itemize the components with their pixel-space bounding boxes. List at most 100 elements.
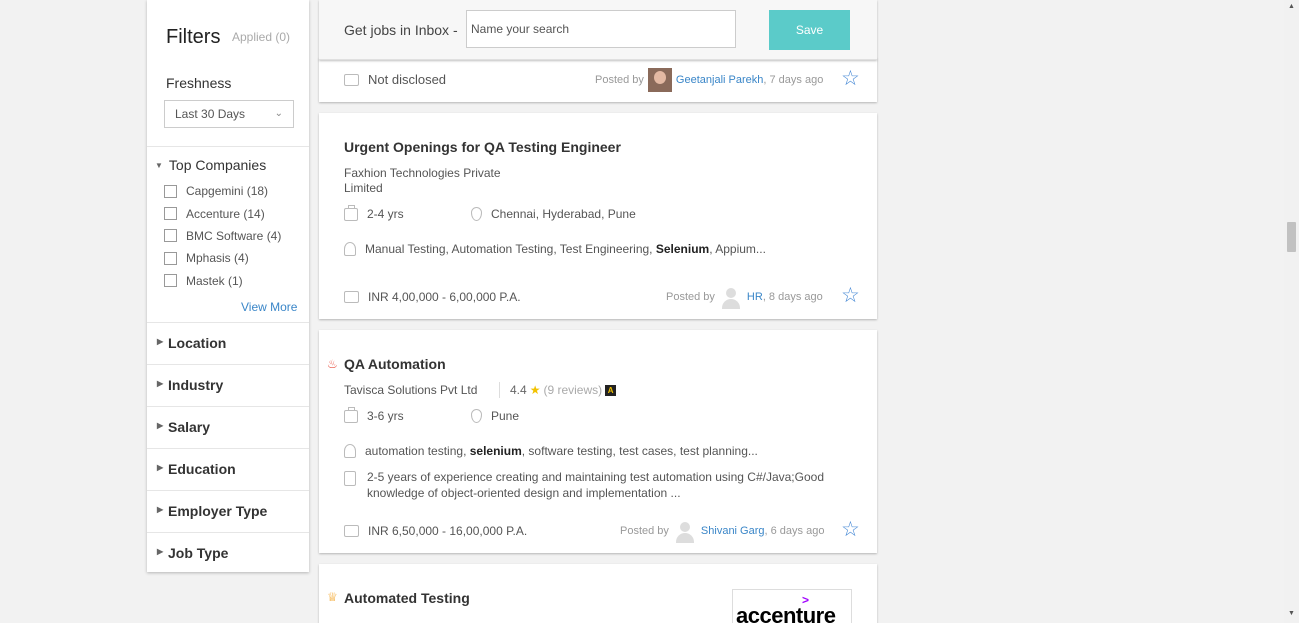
company-filter-label: Mphasis (4): [186, 251, 249, 266]
freshness-select[interactable]: Last 30 Days ⌄: [164, 100, 294, 128]
location: Pune: [491, 409, 520, 423]
experience: 3-6 yrs: [367, 409, 404, 423]
experience-location-row: 2-4 yrs Chennai, Hyderabad, Pune: [344, 204, 636, 221]
posted-by: Posted by Geetanjali Parekh , 7 days ago: [595, 68, 823, 92]
company-filter-capgemini[interactable]: Capgemini (18): [164, 180, 281, 202]
caret-right-icon: ▶: [157, 379, 164, 388]
wallet-icon: [344, 291, 359, 303]
top-companies-label: Top Companies: [168, 157, 267, 173]
checkbox[interactable]: [164, 207, 177, 221]
caret-right-icon: ▶: [157, 463, 164, 472]
posted-by-label: Posted by: [595, 74, 644, 86]
rating-star-icon: ★: [529, 383, 541, 397]
facet-location[interactable]: ▶ Location: [147, 322, 309, 364]
search-name-input[interactable]: [466, 10, 736, 48]
experience-location-row: 3-6 yrs Pune: [344, 406, 520, 423]
company-name-link[interactable]: Tavisca Solutions Pvt Ltd: [344, 383, 477, 398]
company-logo[interactable]: > accenture: [732, 589, 852, 623]
skills-highlight: selenium: [469, 444, 522, 458]
caret-down-icon: ▼: [155, 161, 163, 170]
top-companies-list: Capgemini (18) Accenture (14) BMC Softwa…: [164, 180, 281, 292]
chevron-down-icon: ⌄: [274, 108, 283, 119]
avatar: [647, 68, 672, 92]
caret-right-icon: ▶: [157, 505, 164, 514]
facet-label: Industry: [168, 377, 224, 393]
inbox-alert-bar: Get jobs in Inbox - Save: [319, 0, 877, 60]
briefcase-icon: [344, 204, 358, 221]
company-filter-accenture[interactable]: Accenture (14): [164, 202, 281, 224]
facet-industry[interactable]: ▶ Industry: [147, 364, 309, 406]
location-pin-icon: [471, 207, 482, 221]
poster-name-link[interactable]: Shivani Garg: [701, 525, 765, 537]
facet-label: Salary: [168, 419, 211, 435]
save-button[interactable]: Save: [769, 10, 850, 50]
caret-right-icon: ▶: [157, 547, 164, 556]
job-title-link[interactable]: Urgent Openings for QA Testing Engineer: [344, 139, 621, 155]
experience: 2-4 yrs: [367, 207, 404, 221]
skills-text: Manual Testing, Automation Testing, Test…: [365, 242, 656, 256]
description-icon: [344, 471, 356, 486]
facet-label: Job Type: [168, 545, 229, 561]
filters-sidebar: Filters Applied (0) Freshness Last 30 Da…: [147, 0, 309, 572]
salary-row: Not disclosed: [344, 72, 446, 87]
rating-value: 4.4: [510, 383, 527, 397]
posted-by: Posted by HR , 8 days ago: [666, 285, 823, 309]
inbox-label: Get jobs in Inbox -: [344, 22, 458, 38]
freshness-label: Freshness: [166, 75, 232, 91]
view-more-link[interactable]: View More: [241, 300, 297, 314]
star-icon[interactable]: ☆: [841, 517, 860, 542]
caret-right-icon: ▶: [157, 337, 164, 346]
company-filter-mastek[interactable]: Mastek (1): [164, 270, 281, 292]
skills-text: automation testing,: [365, 444, 470, 458]
facet-employer-type[interactable]: ▶ Employer Type: [147, 490, 309, 532]
divider: [499, 382, 500, 398]
star-icon[interactable]: ☆: [841, 283, 860, 308]
facet-job-type[interactable]: ▶ Job Type: [147, 532, 309, 574]
caret-right-icon: ▶: [157, 421, 164, 430]
poster-name-link[interactable]: Geetanjali Parekh: [676, 74, 763, 86]
scroll-up-arrow-icon[interactable]: ▲: [1288, 3, 1295, 10]
company-name-link[interactable]: Faxhion Technologies Private Limited: [344, 166, 534, 196]
posted-age: , 8 days ago: [762, 291, 823, 303]
posted-by-label: Posted by: [620, 525, 669, 537]
briefcase-icon: [344, 406, 358, 423]
company-rating[interactable]: 4.4 ★ (9 reviews) A: [499, 382, 617, 398]
poster-name-link[interactable]: HR: [747, 291, 763, 303]
job-title-link[interactable]: Automated Testing: [344, 590, 470, 606]
checkbox[interactable]: [164, 184, 177, 198]
job-card[interactable]: ♨ QA Automation Tavisca Solutions Pvt Lt…: [319, 330, 877, 553]
filters-applied-count: Applied (0): [232, 30, 291, 44]
hot-job-icon: ♨: [327, 357, 338, 371]
job-card[interactable]: Not disclosed Posted by Geetanjali Parek…: [319, 58, 877, 102]
scrollbar-thumb[interactable]: [1287, 222, 1296, 252]
job-title-link[interactable]: QA Automation: [344, 356, 446, 372]
facet-label: Employer Type: [168, 503, 268, 519]
company-filter-bmc-software[interactable]: BMC Software (4): [164, 225, 281, 247]
location-pin-icon: [471, 409, 482, 423]
reviews-count: (9 reviews): [543, 383, 603, 397]
checkbox[interactable]: [164, 251, 177, 265]
company-filter-label: Capgemini (18): [186, 184, 269, 199]
posted-age: , 7 days ago: [763, 74, 824, 86]
skills-text-rest: , software testing, test cases, test pla…: [521, 444, 758, 458]
star-icon[interactable]: ☆: [841, 66, 860, 91]
checkbox[interactable]: [164, 229, 177, 243]
logo-text: accenture: [736, 603, 836, 623]
checkbox[interactable]: [164, 274, 177, 288]
salary: INR 6,50,000 - 16,00,000 P.A.: [368, 524, 528, 538]
salary-row: INR 6,50,000 - 16,00,000 P.A.: [344, 524, 527, 538]
company-filter-label: Accenture (14): [186, 206, 265, 221]
job-card[interactable]: ♕ Automated Testing > accenture: [319, 564, 877, 623]
salary-row: INR 4,00,000 - 6,00,000 P.A.: [344, 290, 521, 304]
skills-icon: [344, 444, 356, 458]
page-scrollbar[interactable]: ▲ ▼: [1284, 0, 1299, 623]
posted-by-label: Posted by: [666, 291, 715, 303]
wallet-icon: [344, 73, 359, 86]
scroll-down-arrow-icon[interactable]: ▼: [1288, 610, 1295, 617]
salary: INR 4,00,000 - 6,00,000 P.A.: [368, 290, 521, 304]
company-filter-mphasis[interactable]: Mphasis (4): [164, 247, 281, 269]
job-card[interactable]: Urgent Openings for QA Testing Engineer …: [319, 113, 877, 319]
facet-education[interactable]: ▶ Education: [147, 448, 309, 490]
top-companies-toggle[interactable]: ▼ Top Companies: [155, 157, 266, 173]
facet-salary[interactable]: ▶ Salary: [147, 406, 309, 448]
